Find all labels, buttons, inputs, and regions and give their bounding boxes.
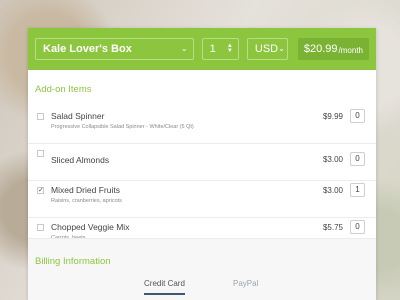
tab-paypal[interactable]: PayPal	[233, 279, 258, 288]
box-select[interactable]: Kale Lover's Box ⌄	[35, 38, 194, 60]
addon-checkbox[interactable]	[37, 150, 44, 157]
up-down-arrows-icon: ▲ ▼	[226, 43, 233, 54]
addon-item: Sliced Almonds $3.00 0	[28, 144, 376, 181]
addon-price: $3.00	[322, 155, 343, 164]
quantity-select[interactable]: 1 ▲ ▼	[201, 38, 239, 60]
addon-checkbox[interactable]	[37, 113, 44, 120]
addon-quantity-input[interactable]: 0	[350, 220, 365, 234]
price-period: /month	[338, 45, 363, 55]
order-header: Kale Lover's Box ⌄ 1 ▲ ▼ USD ⌄ $20.99/mon…	[28, 28, 376, 70]
currency-select[interactable]: USD ⌄	[246, 38, 288, 60]
billing-section: Billing Information Credit Card PayPal	[28, 238, 376, 300]
billing-title: Billing Information	[35, 256, 111, 267]
addon-name: Chopped Veggie Mix	[51, 222, 130, 232]
addon-description: Raisins, cranberries, apricots	[51, 198, 122, 204]
chevron-down-icon: ⌄	[180, 44, 188, 53]
price-amount: $20.99	[303, 43, 338, 55]
addon-price: $3.00	[322, 186, 343, 195]
addon-description: Progressive Collapsible Salad Spinner - …	[51, 124, 194, 130]
addon-quantity-input[interactable]: 0	[350, 109, 365, 123]
addon-quantity-input[interactable]: 1	[350, 183, 365, 197]
addon-checkbox[interactable]: ✓	[37, 187, 44, 194]
chevron-down-icon: ⌄	[278, 44, 285, 53]
addons-title: Add-on Items	[35, 84, 92, 95]
addon-name: Salad Spinner	[51, 111, 105, 121]
addon-checkbox[interactable]	[37, 224, 44, 231]
box-select-value: Kale Lover's Box	[43, 43, 132, 55]
payment-tabs: Credit Card PayPal	[28, 279, 376, 300]
price-badge: $20.99/month	[297, 38, 369, 60]
addon-item: Salad Spinner Progressive Collapsible Sa…	[28, 107, 376, 144]
addon-quantity-input[interactable]: 0	[350, 152, 365, 166]
addon-price: $9.99	[322, 112, 343, 121]
addon-price: $5.75	[322, 223, 343, 232]
checkmark-icon: ✓	[38, 187, 44, 194]
subscription-card: Kale Lover's Box ⌄ 1 ▲ ▼ USD ⌄ $20.99/mon…	[28, 28, 376, 300]
addon-name: Sliced Almonds	[51, 155, 110, 165]
addon-item: ✓ Mixed Dried Fruits Raisins, cranberrie…	[28, 181, 376, 218]
tab-credit-card[interactable]: Credit Card	[144, 279, 185, 295]
currency-value: USD	[254, 43, 279, 55]
addon-name: Mixed Dried Fruits	[51, 185, 120, 195]
quantity-value: 1	[209, 43, 216, 55]
